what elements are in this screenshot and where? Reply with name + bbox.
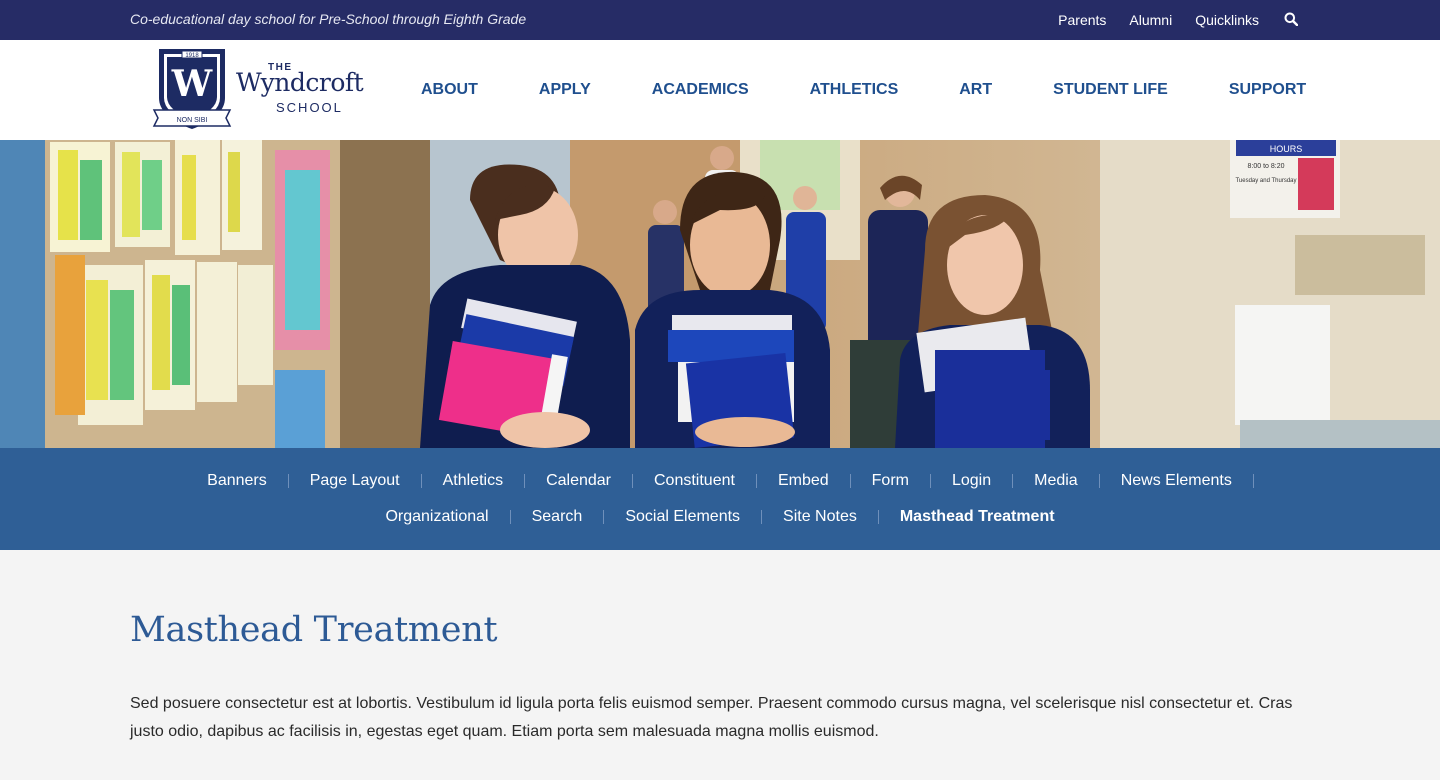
subnav-link-embed[interactable]: Embed — [757, 472, 850, 490]
subnav-item: Constituent — [633, 472, 757, 490]
nav-item-support[interactable]: SUPPORT — [1229, 81, 1306, 99]
utility-links: Parents Alumni Quicklinks — [1035, 0, 1300, 40]
subnav-item: Athletics — [422, 472, 526, 490]
subnav-link-form[interactable]: Form — [851, 472, 930, 490]
school-logo[interactable]: 1918 W NON SIBI THE Wyndcroft SCHOOL — [152, 48, 372, 134]
subnav-link-social-elements[interactable]: Social Elements — [604, 508, 761, 526]
nav-item-art[interactable]: ART — [959, 81, 992, 99]
subnav-item: Media — [1013, 472, 1100, 490]
nav-item-about[interactable]: ABOUT — [421, 81, 478, 99]
subnav-item: Site Notes — [762, 508, 879, 526]
subnav-item: Masthead Treatment — [879, 508, 1076, 526]
subnav-link-news-elements[interactable]: News Elements — [1100, 472, 1253, 490]
hero-artwork — [50, 140, 330, 448]
subnav-item: Page Layout — [289, 472, 422, 490]
logo-school: SCHOOL — [276, 100, 343, 115]
subnav-link-organizational[interactable]: Organizational — [364, 508, 509, 526]
site-header: 1918 W NON SIBI THE Wyndcroft SCHOOL ABO… — [0, 40, 1440, 140]
utility-link-parents[interactable]: Parents — [1058, 12, 1106, 28]
search-icon[interactable] — [1284, 12, 1300, 28]
subnav-link-login[interactable]: Login — [931, 472, 1012, 490]
svg-text:8:00 to 8:20: 8:00 to 8:20 — [1248, 163, 1285, 170]
utility-link-quicklinks[interactable]: Quicklinks — [1195, 12, 1259, 28]
subnav-item: Social Elements — [604, 508, 763, 526]
page-content: Masthead Treatment Sed posuere consectet… — [0, 550, 1440, 746]
subnav-item: Organizational — [364, 508, 511, 526]
hero-illustration: HOURS 8:00 to 8:20 Tuesday and Thursday — [0, 140, 1440, 448]
tagline: Co-educational day school for Pre-School… — [130, 11, 527, 27]
utility-bar: Co-educational day school for Pre-School… — [0, 0, 1440, 40]
subnav-link-athletics[interactable]: Athletics — [422, 472, 524, 490]
page-body-text: Sed posuere consectetur est at lobortis.… — [130, 695, 1293, 740]
subnav-divider — [1252, 474, 1254, 488]
section-subnav: Banners Page Layout Athletics Calendar C… — [0, 448, 1440, 550]
subnav-item: Embed — [757, 472, 851, 490]
subnav-link-page-layout[interactable]: Page Layout — [289, 472, 421, 490]
main-nav: ABOUT APPLY ACADEMICS ATHLETICS ART STUD… — [421, 40, 1306, 140]
subnav-link-calendar[interactable]: Calendar — [525, 472, 632, 490]
subnav-link-constituent[interactable]: Constituent — [633, 472, 756, 490]
subnav-item: Search — [511, 508, 605, 526]
nav-item-academics[interactable]: ACADEMICS — [652, 81, 749, 99]
svg-text:1918: 1918 — [185, 53, 199, 59]
nav-item-athletics[interactable]: ATHLETICS — [810, 81, 899, 99]
subnav-item: Banners — [186, 472, 289, 490]
subnav-item: Calendar — [525, 472, 633, 490]
subnav-link-site-notes[interactable]: Site Notes — [762, 508, 878, 526]
subnav-item: News Elements — [1100, 472, 1254, 490]
subnav-row-2: Organizational Search Social Elements Si… — [0, 504, 1440, 530]
subnav-link-masthead-treatment[interactable]: Masthead Treatment — [879, 508, 1076, 526]
subnav-link-search[interactable]: Search — [511, 508, 604, 526]
subnav-item: Form — [851, 472, 931, 490]
svg-text:W: W — [171, 63, 213, 105]
logo-name: Wyndcroft — [236, 68, 364, 97]
subnav-link-banners[interactable]: Banners — [186, 472, 288, 490]
page-title: Masthead Treatment — [130, 610, 498, 650]
svg-text:HOURS: HOURS — [1270, 144, 1303, 154]
svg-text:Tuesday and Thursday: Tuesday and Thursday — [1235, 178, 1296, 184]
hero-image: HOURS 8:00 to 8:20 Tuesday and Thursday — [0, 140, 1440, 448]
utility-link-alumni[interactable]: Alumni — [1129, 12, 1172, 28]
crest-icon: 1918 W NON SIBI — [152, 49, 232, 130]
svg-text:NON SIBI: NON SIBI — [177, 117, 208, 124]
subnav-item: Login — [931, 472, 1014, 490]
nav-item-student-life[interactable]: STUDENT LIFE — [1053, 81, 1168, 99]
nav-item-apply[interactable]: APPLY — [539, 81, 591, 99]
subnav-link-media[interactable]: Media — [1013, 472, 1099, 490]
subnav-row-1: Banners Page Layout Athletics Calendar C… — [0, 468, 1440, 494]
